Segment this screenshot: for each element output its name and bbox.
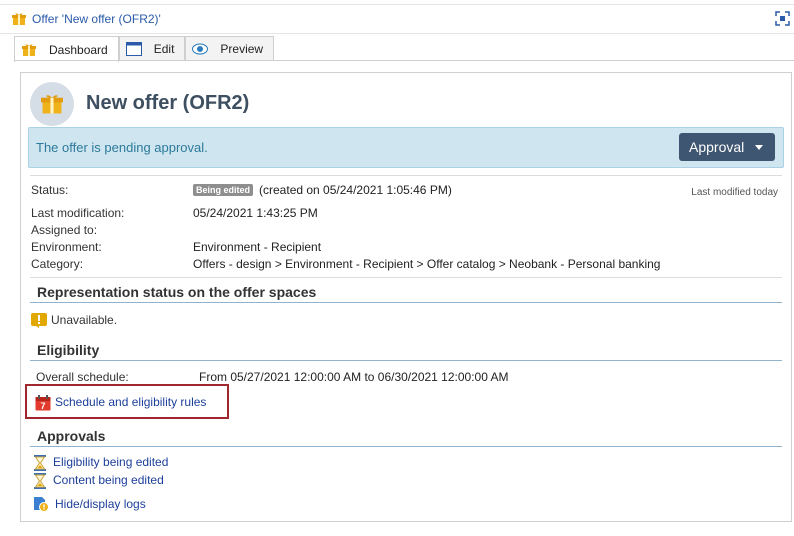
divider (30, 175, 782, 176)
hide-display-logs-link[interactable]: Hide/display logs (55, 497, 146, 511)
eye-icon (192, 41, 209, 57)
assigned-label: Assigned to: (31, 223, 98, 237)
hourglass-icon (33, 455, 49, 471)
approvals-heading: Approvals (37, 428, 106, 444)
tab-label: Preview (220, 42, 264, 56)
window-title: Offer 'New offer (OFR2)' (32, 12, 161, 26)
section-underline (30, 446, 782, 447)
calendar-icon: 7 (35, 395, 51, 411)
banner-message: The offer is pending approval. (36, 140, 208, 155)
svg-text:7: 7 (40, 401, 45, 411)
gift-icon (12, 12, 26, 29)
environment-value: Environment - Recipient (193, 240, 322, 254)
chevron-down-icon (755, 145, 763, 150)
gift-icon (21, 42, 37, 58)
section-underline (30, 360, 782, 361)
page-title: New offer (OFR2) (86, 92, 250, 114)
representation-heading: Representation status on the offer space… (37, 284, 317, 300)
representation-status: Unavailable. (51, 313, 118, 327)
last-modification-label: Last modification: (31, 206, 125, 220)
environment-label: Environment: (31, 240, 102, 254)
window-icon (125, 41, 142, 57)
warning-icon (31, 312, 47, 328)
maximize-icon[interactable] (775, 11, 790, 26)
tab-label: Dashboard (49, 42, 108, 57)
approval-item-content[interactable]: Content being edited (53, 473, 164, 487)
approval-banner: The offer is pending approval. Approval (28, 127, 784, 168)
tab-preview[interactable]: Preview (185, 36, 275, 61)
schedule-label: Overall schedule: (36, 370, 129, 384)
schedule-eligibility-rules-link[interactable]: Schedule and eligibility rules (55, 395, 206, 409)
status-value: Being edited (created on 05/24/2021 1:05:… (193, 183, 452, 197)
offer-avatar (30, 82, 74, 126)
last-modification-value: 05/24/2021 1:43:25 PM (193, 206, 318, 220)
gift-icon (41, 95, 63, 114)
hourglass-icon (33, 473, 49, 489)
approval-button[interactable]: Approval (679, 133, 775, 161)
log-icon (33, 496, 49, 512)
divider (30, 277, 782, 278)
eligibility-heading: Eligibility (37, 342, 100, 358)
section-underline (30, 302, 782, 303)
tab-edit[interactable]: Edit (118, 36, 186, 61)
window-titlebar: Offer 'New offer (OFR2)' (0, 4, 794, 34)
schedule-value: From 05/27/2021 12:00:00 AM to 06/30/202… (199, 370, 509, 384)
tab-dashboard[interactable]: Dashboard (14, 36, 119, 62)
tab-bar: Dashboard Edit Preview (14, 36, 275, 62)
approval-button-label: Approval (689, 139, 745, 155)
status-label: Status: (31, 183, 69, 197)
category-value: Offers - design > Environment - Recipien… (193, 257, 661, 271)
approval-item-eligibility[interactable]: Eligibility being edited (53, 455, 168, 469)
category-label: Category: (31, 257, 84, 271)
tab-divider (14, 60, 794, 61)
tab-label: Edit (153, 42, 175, 56)
last-modified-note: Last modified today (691, 187, 778, 198)
status-badge: Being edited (193, 184, 254, 196)
status-text: (created on 05/24/2021 1:05:46 PM) (259, 183, 452, 197)
